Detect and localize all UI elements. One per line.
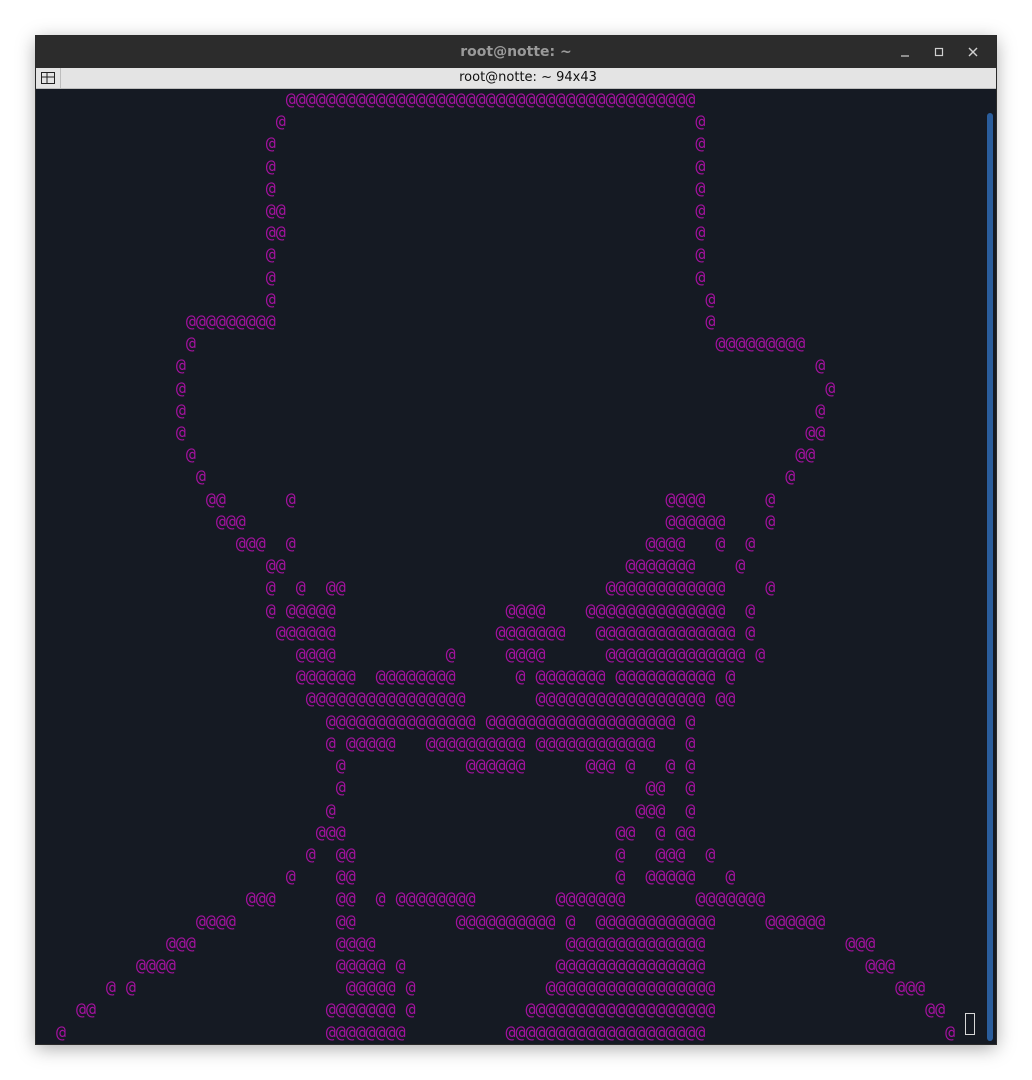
terminal-line: @ @@@@@ @@@@ @@@@@@@@@@@@@@ @ bbox=[36, 600, 756, 620]
terminal-line: @@@@@@@@@@@@@@@ @@@@@@@@@@@@@@@@@@@ @ bbox=[36, 711, 696, 731]
terminal-line: @@@@@@ @@@@@@@ @@@@@@@@@@@@@@ @ bbox=[36, 622, 756, 642]
terminal-line: @ @@ bbox=[36, 423, 826, 443]
maximize-icon[interactable] bbox=[922, 36, 956, 68]
terminal-line: @ @@ @ @@@ @ bbox=[36, 844, 716, 864]
terminal-line: @ @@@@@ @@@@@@@@@@ @@@@@@@@@@@@ @ bbox=[36, 733, 696, 753]
terminal-line: @ @ bbox=[36, 156, 706, 176]
terminal-line: @ @ bbox=[36, 356, 826, 376]
terminal-line: @ @ bbox=[36, 112, 706, 132]
terminal-output[interactable]: @@@@@@@@@@@@@@@@@@@@@@@@@@@@@@@@@@@@@@@@… bbox=[36, 89, 984, 1044]
terminal-line: @ @@@@@@@@@ bbox=[36, 334, 806, 354]
close-icon[interactable] bbox=[956, 36, 990, 68]
terminal-line: @@ @ @@@@ @ bbox=[36, 489, 776, 509]
terminal-line: @@@@@@@@@@@@@@@@@@@@@@@@@@@@@@@@@@@@@@@@… bbox=[36, 90, 696, 109]
terminal-line: @@@ @@@@ @@@@@@@@@@@@@@ @@@ bbox=[36, 933, 876, 953]
scrollbar-thumb[interactable] bbox=[987, 113, 993, 1041]
ascii-art-output: @@@@@@@@@@@@@@@@@@@@@@@@@@@@@@@@@@@@@@@@… bbox=[36, 89, 955, 1044]
terminal-line: @@@ @@ @ @@ bbox=[36, 822, 696, 842]
terminal-line: @ @ @@ @@@@@@@@@@@@ @ bbox=[36, 578, 776, 598]
window-titlebar[interactable]: root@notte: ~ bbox=[36, 36, 996, 68]
terminal-line: @@@@@@@@@ @ bbox=[36, 312, 716, 332]
terminal-line: @@@ @@ @ @@@@@@@@ @@@@@@@ @@@@@@@ bbox=[36, 889, 766, 909]
terminal-line: @ @@@@@@ @@@ @ @ @ bbox=[36, 756, 696, 776]
terminal-line: @@@@@@ @@@@@@@@ @ @@@@@@@ @@@@@@@@@@ @ bbox=[36, 667, 736, 687]
terminal-line: @ @@ @ @@@@@ @ bbox=[36, 867, 736, 887]
terminal-tab-bar: root@notte: ~ 94x43 bbox=[36, 68, 996, 89]
terminal-line: @@@@ @ @@@@ @@@@@@@@@@@@@@ @ bbox=[36, 645, 766, 665]
terminal-line: @@@ @@@@@@ @ bbox=[36, 511, 776, 531]
terminal-line: @ @ bbox=[36, 400, 826, 420]
terminal-window: root@notte: ~ root@notte: ~ 94x43 @@@@@@… bbox=[36, 36, 996, 1044]
terminal-line: @@@@ @@@@@ @ @@@@@@@@@@@@@@@ @@@ bbox=[36, 955, 896, 975]
terminal-line: @@@@@@@@@@@@@@@@ @@@@@@@@@@@@@@@@@ @@ bbox=[36, 689, 736, 709]
vertical-scrollbar[interactable] bbox=[984, 89, 996, 1044]
terminal-line: @@ @@@@@@@ @ bbox=[36, 556, 746, 576]
terminal-line: @ @@@ @ bbox=[36, 800, 696, 820]
text-cursor bbox=[965, 1013, 975, 1035]
terminal-line: @ @@ @ bbox=[36, 778, 696, 798]
terminal-menu-icon[interactable] bbox=[36, 68, 61, 88]
window-controls bbox=[888, 36, 990, 68]
terminal-line: @@ @@@@@@@ @ @@@@@@@@@@@@@@@@@@@ @@ bbox=[36, 1000, 946, 1020]
terminal-line: @@ @ bbox=[36, 223, 706, 243]
terminal-line: @ @ bbox=[36, 134, 706, 154]
terminal-line: @ @@ bbox=[36, 445, 816, 465]
terminal-line: @@@ @ @@@@ @ @ bbox=[36, 534, 756, 554]
terminal-line: @ @ bbox=[36, 289, 716, 309]
terminal-tab-title[interactable]: root@notte: ~ 94x43 bbox=[60, 68, 996, 88]
terminal-line: @ @ bbox=[36, 467, 796, 487]
terminal-line: @ @ bbox=[36, 178, 706, 198]
window-title: root@notte: ~ bbox=[460, 44, 572, 60]
terminal-line: @@@@ @@ @@@@@@@@@@ @ @@@@@@@@@@@@ @@@@@@ bbox=[36, 911, 826, 931]
minimize-icon[interactable] bbox=[888, 36, 922, 68]
terminal-line: @ @ bbox=[36, 245, 706, 265]
terminal-line: @@ @ bbox=[36, 201, 706, 221]
terminal-line: @ @@@@@@@@ @@@@@@@@@@@@@@@@@@@@ @ bbox=[36, 1022, 956, 1042]
terminal-line: @ @ bbox=[36, 378, 836, 398]
terminal-line: @ @ @@@@@ @ @@@@@@@@@@@@@@@@@ @@@ bbox=[36, 978, 926, 998]
terminal-line: @ @ bbox=[36, 267, 706, 287]
